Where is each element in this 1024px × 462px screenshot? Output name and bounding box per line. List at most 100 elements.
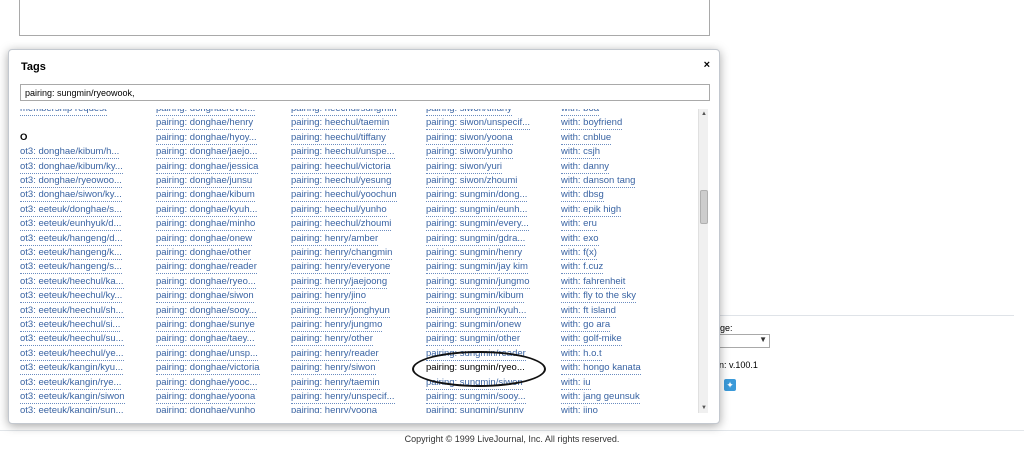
tag-item[interactable]: pairing: donghae/henry <box>156 116 254 131</box>
tag-item[interactable]: ot3: eeteuk/kangin/siwon <box>20 390 125 404</box>
tag-item[interactable]: with: hongo kanata <box>561 361 641 376</box>
tag-item[interactable]: pairing: sungmin/other <box>426 332 520 347</box>
scroll-up-icon[interactable]: ▲ <box>699 109 709 119</box>
tag-item[interactable]: pairing: donghae/reader <box>156 260 257 275</box>
tag-item[interactable]: pairing: heechul/unspe... <box>291 145 395 160</box>
tag-item[interactable]: ot3: eeteuk/heechul/ka... <box>20 275 124 289</box>
tag-item[interactable]: ot3: eeteuk/kangin/rye... <box>20 376 122 390</box>
tag-item[interactable]: pairing: donghae/kyuh... <box>156 203 258 217</box>
tag-item[interactable]: ot3: eeteuk/kangin/sun... <box>20 404 124 413</box>
tag-item[interactable]: with: fly to the sky <box>561 289 636 304</box>
tag-item[interactable]: pairing: sungmin/kibum <box>426 289 524 304</box>
tag-item[interactable]: pairing: siwon/tiffany <box>426 109 512 116</box>
tag-item[interactable]: pairing: sungmin/jungmo <box>426 275 530 289</box>
tag-item[interactable]: pairing: henry/jungmo <box>291 318 383 332</box>
tag-item[interactable]: pairing: donghae/jaejo... <box>156 145 258 160</box>
tag-item[interactable]: with: boyfriend <box>561 116 623 131</box>
tag-item[interactable]: ot3: eeteuk/donghae/s... <box>20 203 122 217</box>
tag-item[interactable]: ot3: donghae/kibum/ky... <box>20 160 123 174</box>
tag-item[interactable]: pairing: donghae/yooc... <box>156 376 258 390</box>
tag-item[interactable]: with: danson tang <box>561 174 636 188</box>
tag-item[interactable]: ot3: donghae/siwon/ky... <box>20 188 122 203</box>
tag-item-selected[interactable]: pairing: sungmin/ryeo... <box>426 361 525 375</box>
tag-item[interactable]: ot3: eeteuk/heechul/si... <box>20 318 121 332</box>
tag-item[interactable]: pairing: donghae/siwon <box>156 289 254 304</box>
tag-item[interactable]: pairing: sungmin/every... <box>426 217 529 232</box>
tag-item[interactable]: with: boa <box>561 109 600 116</box>
tag-item[interactable]: pairing: henry/changmin <box>291 246 393 260</box>
tag-item[interactable]: pairing: donghae/yoona <box>156 390 256 404</box>
tag-item[interactable]: pairing: donghae/victoria <box>156 361 260 376</box>
tag-item[interactable]: pairing: donghae/hyoy... <box>156 131 257 145</box>
tag-item[interactable]: with: ft island <box>561 304 616 318</box>
tag-item[interactable]: with: jang geunsuk <box>561 390 640 404</box>
tag-item[interactable]: pairing: sungmin/henry <box>426 246 523 260</box>
tag-item[interactable]: with: h.o.t <box>561 347 602 361</box>
tag-item[interactable]: with: iu <box>561 376 591 390</box>
tag-item[interactable]: pairing: donghae/taey... <box>156 332 255 347</box>
tag-item[interactable]: with: eru <box>561 217 597 232</box>
tag-item[interactable]: ot3: donghae/ryeowoo... <box>20 174 122 188</box>
tag-item[interactable]: pairing: sungmin/reader <box>426 347 526 361</box>
tag-item[interactable]: pairing: sungmin/dong... <box>426 188 528 203</box>
tag-item[interactable]: membership request <box>20 109 107 116</box>
tag-item[interactable]: with: golf-mike <box>561 332 622 347</box>
tag-item[interactable]: with: danny <box>561 160 610 174</box>
tag-item[interactable]: ot3: eeteuk/kangin/kyu... <box>20 361 123 376</box>
scroll-thumb[interactable] <box>700 190 708 224</box>
tag-item[interactable]: pairing: donghae/kibum <box>156 188 255 203</box>
tag-item[interactable]: ot3: eeteuk/heechul/ky... <box>20 289 123 304</box>
tag-item[interactable]: with: fahrenheit <box>561 275 626 289</box>
tag-item[interactable]: pairing: siwon/yuri <box>426 160 503 174</box>
tag-item[interactable]: with: exo <box>561 232 599 246</box>
tags-input[interactable] <box>20 84 710 101</box>
tag-item[interactable]: pairing: donghae/sooy... <box>156 304 257 318</box>
tag-item[interactable]: pairing: siwon/unspecif... <box>426 116 531 131</box>
tag-item[interactable]: pairing: heechul/tiffany <box>291 131 386 145</box>
tag-item[interactable]: pairing: siwon/yunho <box>426 145 513 160</box>
tag-item[interactable]: with: go ara <box>561 318 611 332</box>
tag-item[interactable]: pairing: heechul/yoochun <box>291 188 397 203</box>
tag-item[interactable]: pairing: donghae/ever... <box>156 109 256 116</box>
tag-item[interactable]: ot3: eeteuk/hangeng/d... <box>20 232 123 246</box>
tag-item[interactable]: pairing: donghae/junsu <box>156 174 253 188</box>
tag-item[interactable]: pairing: donghae/jessica <box>156 160 259 174</box>
tag-item[interactable]: pairing: donghae/ryeo... <box>156 275 256 289</box>
tag-item[interactable]: pairing: henry/everyone <box>291 260 391 275</box>
tag-item[interactable]: with: dbsg <box>561 188 604 203</box>
entry-textarea[interactable] <box>19 0 710 36</box>
close-icon[interactable]: × <box>704 59 710 71</box>
twitter-icon[interactable]: ✦ <box>724 379 736 391</box>
tag-item[interactable]: pairing: sungmin/sunny <box>426 404 524 413</box>
tag-item[interactable]: pairing: henry/jaejoong <box>291 275 388 289</box>
tag-item[interactable]: pairing: sungmin/siwon <box>426 376 523 390</box>
tag-item[interactable]: pairing: donghae/other <box>156 246 252 260</box>
tag-item[interactable]: pairing: henry/reader <box>291 347 379 361</box>
tag-item[interactable]: pairing: donghae/yunho <box>156 404 255 413</box>
tag-item[interactable]: ot3: eeteuk/heechul/su... <box>20 332 124 347</box>
tag-item[interactable]: pairing: henry/amber <box>291 232 379 246</box>
tag-item[interactable]: with: cnblue <box>561 131 612 145</box>
tag-item[interactable]: pairing: heechul/yunho <box>291 203 387 217</box>
tag-item[interactable]: pairing: sungmin/gdra... <box>426 232 526 246</box>
tag-item[interactable]: pairing: donghae/onew <box>156 232 253 246</box>
tag-item[interactable]: pairing: henry/yoona <box>291 404 377 413</box>
tag-item[interactable]: ot3: donghae/kibum/h... <box>20 145 120 160</box>
tag-item[interactable]: with: epik high <box>561 203 622 217</box>
tag-item[interactable]: pairing: henry/other <box>291 332 373 347</box>
tag-item[interactable]: ot3: eeteuk/heechul/ye... <box>20 347 124 361</box>
tag-item[interactable]: pairing: heechul/zhoumi <box>291 217 392 232</box>
tag-item[interactable]: pairing: henry/jonghyun <box>291 304 390 318</box>
tag-item[interactable]: pairing: henry/siwon <box>291 361 376 376</box>
tag-item[interactable]: pairing: henry/taemin <box>291 376 380 390</box>
tag-item[interactable]: with: f(x) <box>561 246 597 260</box>
tag-item[interactable]: with: f.cuz <box>561 260 604 275</box>
tag-item[interactable]: pairing: siwon/yoona <box>426 131 513 145</box>
tag-item[interactable]: pairing: donghae/minho <box>156 217 256 232</box>
option-select[interactable]: ▼ <box>720 334 770 348</box>
tag-item[interactable]: with: csjh <box>561 145 601 160</box>
tag-item[interactable]: pairing: sungmin/kyuh... <box>426 304 527 318</box>
tag-item[interactable]: pairing: henry/jino <box>291 289 366 304</box>
tag-item[interactable]: ot3: eeteuk/hangeng/k... <box>20 246 122 260</box>
tag-item[interactable]: with: jino <box>561 404 598 413</box>
